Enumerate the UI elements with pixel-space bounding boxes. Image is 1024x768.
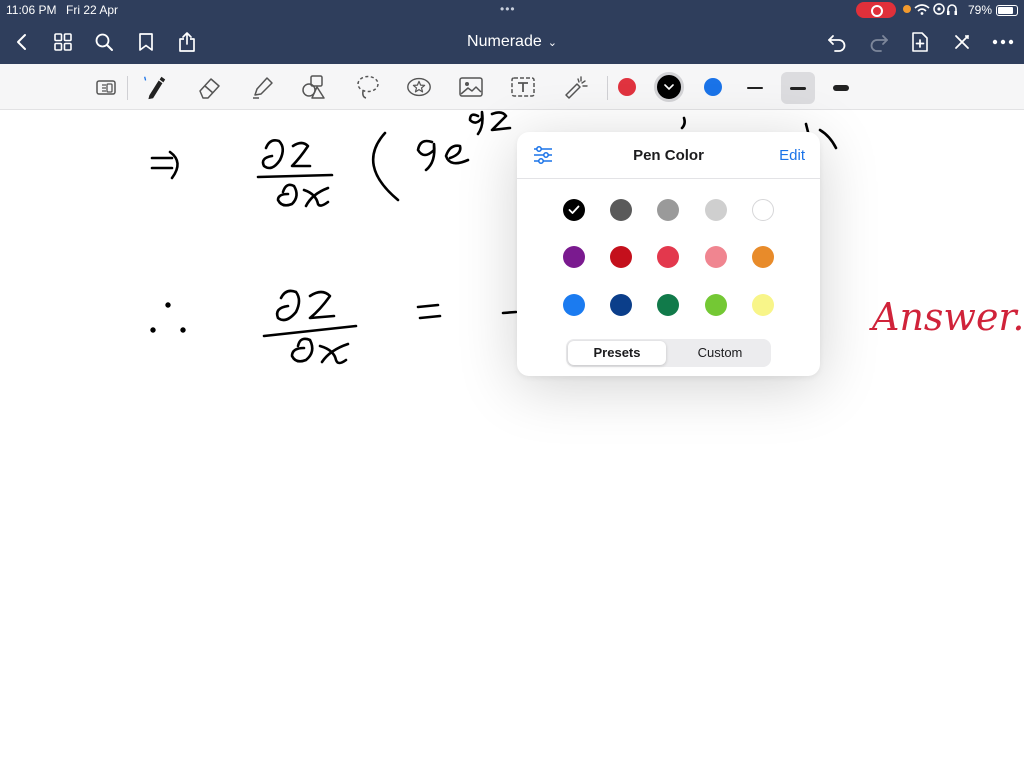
- lasso-tool-icon[interactable]: [354, 73, 382, 101]
- popover-title: Pen Color: [633, 147, 704, 164]
- toolbar-divider: [607, 76, 608, 100]
- close-tools-icon[interactable]: [950, 30, 974, 54]
- image-tool-icon[interactable]: [457, 73, 485, 101]
- drawing-toolbar: [0, 64, 1024, 110]
- status-bar: 11:06 PM Fri 22 Apr ••• 79%: [0, 0, 1024, 20]
- pen-tool-icon[interactable]: [140, 73, 168, 101]
- color-swatch[interactable]: [610, 294, 632, 316]
- screen-recording-icon: [856, 2, 896, 18]
- toolbar-divider: [127, 76, 128, 100]
- preset-custom-segmented-control: Presets Custom: [566, 339, 771, 367]
- stickers-tool-icon[interactable]: [405, 73, 433, 101]
- color-swatch[interactable]: [563, 246, 585, 268]
- tab-presets[interactable]: Presets: [568, 341, 666, 365]
- checkmark-icon: [568, 205, 580, 214]
- edit-button[interactable]: Edit: [779, 147, 805, 164]
- highlighter-tool-icon[interactable]: [249, 73, 277, 101]
- answer-annotation: Answer.: [869, 295, 1024, 339]
- eraser-tool-icon[interactable]: [196, 73, 224, 101]
- color-swatch[interactable]: [752, 294, 774, 316]
- read-only-mode-icon[interactable]: [92, 73, 120, 101]
- text-tool-icon[interactable]: [509, 73, 537, 101]
- color-swatch[interactable]: [657, 199, 679, 221]
- stroke-medium-button[interactable]: [781, 72, 815, 104]
- note-canvas[interactable]: Answer.: [0, 110, 1024, 768]
- color-swatch[interactable]: [657, 246, 679, 268]
- status-date: Fri 22 Apr: [66, 3, 119, 17]
- battery-icon: [996, 5, 1018, 16]
- shapes-tool-icon[interactable]: [300, 73, 328, 101]
- chevron-down-icon: ⌄: [547, 37, 557, 49]
- chevron-down-icon: [664, 83, 674, 90]
- color-swatch[interactable]: [752, 246, 774, 268]
- color-swatch-selected[interactable]: [563, 199, 585, 221]
- add-page-icon[interactable]: [908, 30, 932, 54]
- pen-color-popover: Pen Color Edit Presets Custom: [517, 132, 820, 376]
- multitasking-dots-icon[interactable]: •••: [500, 2, 516, 16]
- color-swatch[interactable]: [610, 199, 632, 221]
- more-icon[interactable]: [991, 30, 1015, 54]
- wifi-headphones-icons: [903, 2, 963, 19]
- title-bar: Numerade ⌄: [0, 20, 1024, 64]
- color-swatch[interactable]: [657, 294, 679, 316]
- toolbar-color-red[interactable]: [618, 78, 636, 96]
- stroke-medium-icon: [790, 86, 806, 90]
- color-swatch[interactable]: [705, 199, 727, 221]
- color-swatch[interactable]: [705, 294, 727, 316]
- stroke-thin-button[interactable]: [738, 72, 772, 104]
- color-swatch[interactable]: [705, 246, 727, 268]
- stroke-thin-icon: [747, 87, 763, 89]
- battery-percentage: 79%: [968, 3, 993, 17]
- popover-header: Pen Color Edit: [517, 132, 820, 179]
- redo-icon[interactable]: [867, 30, 891, 54]
- toolbar-color-black[interactable]: [654, 72, 684, 102]
- color-swatch[interactable]: [610, 246, 632, 268]
- laser-pointer-icon[interactable]: [561, 73, 589, 101]
- undo-icon[interactable]: [825, 30, 849, 54]
- stroke-thick-icon: [833, 85, 849, 91]
- color-swatch[interactable]: [563, 294, 585, 316]
- stroke-thick-button[interactable]: [824, 72, 858, 104]
- toolbar-color-blue[interactable]: [704, 78, 722, 96]
- status-time: 11:06 PM: [6, 3, 57, 17]
- tab-custom[interactable]: Custom: [671, 341, 769, 365]
- color-swatch[interactable]: [752, 199, 774, 221]
